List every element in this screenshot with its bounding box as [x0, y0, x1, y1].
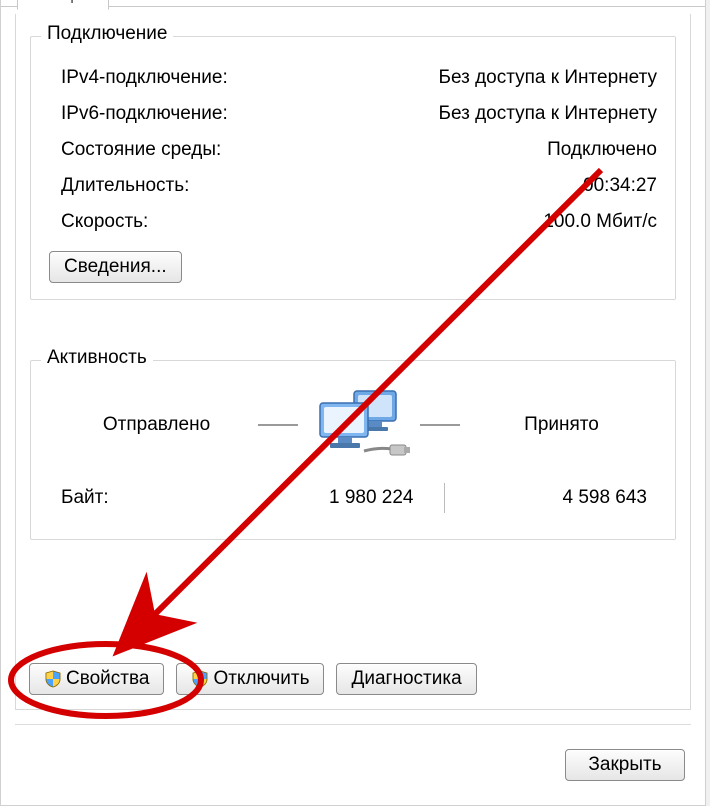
disable-button[interactable]: Отключить: [176, 663, 324, 695]
dialog-panel: Подключение IPv4-подключение: Без доступ…: [15, 14, 691, 710]
group-connection: Подключение IPv4-подключение: Без доступ…: [30, 36, 676, 300]
network-computers-icon: [304, 385, 414, 465]
details-button[interactable]: Сведения...: [49, 251, 182, 283]
ipv6-value: Без доступа к Интернету: [438, 99, 657, 129]
activity-header-row: Отправлено: [61, 385, 657, 465]
shield-icon: [44, 670, 62, 688]
dash-left: [258, 424, 298, 426]
action-button-row: Свойства Отключить Диагностика: [29, 663, 477, 695]
speed-value: 100.0 Мбит/с: [543, 207, 657, 237]
media-state-value: Подключено: [547, 135, 657, 165]
diagnose-button-label: Диагностика: [351, 668, 461, 690]
disable-button-label: Отключить: [213, 668, 309, 690]
group-activity-title: Активность: [41, 347, 153, 369]
properties-button-label: Свойства: [66, 668, 149, 690]
ipv4-value: Без доступа к Интернету: [438, 63, 657, 93]
group-connection-title: Подключение: [41, 23, 173, 45]
dialog-footer: Закрыть: [565, 749, 685, 781]
row-media-state: Состояние среды: Подключено: [61, 135, 657, 165]
dash-right: [420, 424, 460, 426]
sent-bytes-value: 1 980 224: [211, 487, 444, 509]
media-state-label: Состояние среды:: [61, 135, 221, 165]
diagnose-button[interactable]: Диагностика: [336, 663, 476, 695]
row-duration: Длительность: 00:34:27: [61, 171, 657, 201]
tab-general[interactable]: Общие: [17, 0, 109, 10]
received-label: Принято: [466, 414, 657, 436]
row-ipv6: IPv6-подключение: Без доступа к Интернет…: [61, 99, 657, 129]
duration-label: Длительность:: [61, 171, 189, 201]
row-ipv4: IPv4-подключение: Без доступа к Интернет…: [61, 63, 657, 93]
sent-label: Отправлено: [61, 414, 252, 436]
speed-label: Скорость:: [61, 207, 148, 237]
group-activity: Активность Отправлено: [30, 360, 676, 540]
close-button[interactable]: Закрыть: [565, 749, 685, 781]
ipv4-label: IPv4-подключение:: [61, 63, 228, 93]
tab-strip: Общие: [1, 0, 705, 7]
network-status-dialog: Общие Подключение IPv4-подключение: Без …: [0, 0, 706, 806]
properties-button[interactable]: Свойства: [29, 663, 164, 695]
duration-value: 00:34:27: [583, 171, 657, 201]
bytes-label: Байт:: [61, 487, 211, 509]
shield-icon: [191, 670, 209, 688]
received-bytes-value: 4 598 643: [445, 487, 658, 509]
bytes-row: Байт: 1 980 224 4 598 643: [61, 483, 657, 513]
row-speed: Скорость: 100.0 Мбит/с: [61, 207, 657, 237]
ipv6-label: IPv6-подключение:: [61, 99, 228, 129]
footer-divider: [15, 724, 691, 725]
